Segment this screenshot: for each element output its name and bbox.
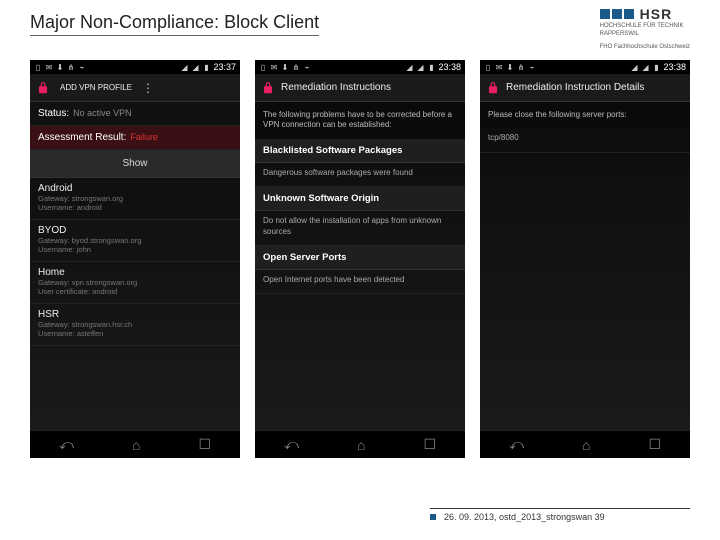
phone-row: ▯ ✉ ⬇ ⋔ ⌁ ◢ ◢ ▮ 23:37 ADD VPN PROFILE ⋮ … [30,60,690,458]
home-button[interactable]: ⌂ [357,437,365,453]
logo-fho: FHO Fachhochschule Ostschweiz [600,44,690,50]
mail-icon: ✉ [270,63,278,71]
logo-hsr-text: HSR [640,6,673,22]
usb-icon: ⋔ [292,63,300,71]
show-button[interactable]: Show [30,150,240,178]
wifi-icon: ◢ [180,63,188,71]
wifi-icon: ◢ [630,63,638,71]
home-button[interactable]: ⌂ [132,437,140,453]
assessment-value: Failure [130,132,158,142]
logo-subtitle-2: RAPPERSWIL [600,31,690,38]
profile-gateway: Gateway: strongswan.org [38,194,232,203]
app-header: Remediation Instructions [255,74,465,102]
recents-button[interactable]: ☐ [423,436,436,453]
profile-name: Home [38,267,232,278]
android-status-bar: ▯ ✉ ⬇ ⋔ ⌁ ◢ ◢ ▮ 23:38 [255,60,465,74]
debug-icon: ⌁ [303,63,311,71]
slide-footer: 26. 09. 2013, ostd_2013_strongswan 39 [430,508,690,522]
vpn-profile-home[interactable]: Home Gateway: vpn.strongswan.org User ce… [30,262,240,304]
sim-icon: ▯ [34,63,42,71]
logo-subtitle-1: HOCHSCHULE FÜR TECHNIK [600,23,690,30]
screen-title: Remediation Instructions [281,82,459,93]
download-icon: ⬇ [281,63,289,71]
port-detail: tcp/8080 [480,128,690,152]
sim-icon: ▯ [484,63,492,71]
android-status-bar: ▯ ✉ ⬇ ⋔ ⌁ ◢ ◢ ▮ 23:38 [480,60,690,74]
phone-1: ▯ ✉ ⬇ ⋔ ⌁ ◢ ◢ ▮ 23:37 ADD VPN PROFILE ⋮ … [30,60,240,458]
profile-gateway: Gateway: strongswan.hsr.ch [38,320,232,329]
signal-icon: ◢ [191,63,199,71]
mail-icon: ✉ [45,63,53,71]
signal-icon: ◢ [641,63,649,71]
section-unknown-origin-body: Do not allow the installation of apps fr… [255,211,465,246]
profile-name: HSR [38,309,232,320]
footer-text: 26. 09. 2013, ostd_2013_strongswan 39 [444,512,605,522]
wifi-icon: ◢ [405,63,413,71]
status-row: Status: No active VPN [30,102,240,126]
android-nav-bar: ⤺ ⌂ ☐ [30,430,240,458]
usb-icon: ⋔ [517,63,525,71]
lock-icon [261,81,275,95]
download-icon: ⬇ [506,63,514,71]
app-header: Remediation Instruction Details [480,74,690,102]
profile-name: BYOD [38,225,232,236]
lock-icon [486,81,500,95]
vpn-profile-byod[interactable]: BYOD Gateway: byod.strongswan.org Userna… [30,220,240,262]
lock-icon [36,81,50,95]
profile-user: User certificate: android [38,287,232,296]
clock: 23:38 [438,62,461,72]
clock: 23:37 [213,62,236,72]
slide-title: Major Non-Compliance: Block Client [30,12,319,36]
assessment-row: Assessment Result: Failure [30,126,240,150]
clock: 23:38 [663,62,686,72]
profile-gateway: Gateway: vpn.strongswan.org [38,278,232,287]
instructions-intro: The following problems have to be correc… [255,102,465,139]
status-value: No active VPN [73,108,132,118]
assessment-label: Assessment Result: [38,132,126,143]
phone-2: ▯ ✉ ⬇ ⋔ ⌁ ◢ ◢ ▮ 23:38 Remediation Instru… [255,60,465,458]
vpn-profile-hsr[interactable]: HSR Gateway: strongswan.hsr.ch Username:… [30,304,240,346]
recents-button[interactable]: ☐ [648,436,661,453]
home-button[interactable]: ⌂ [582,437,590,453]
profile-name: Android [38,183,232,194]
debug-icon: ⌁ [528,63,536,71]
logo-area: HSR HOCHSCHULE FÜR TECHNIK RAPPERSWIL FH… [600,6,690,50]
mail-icon: ✉ [495,63,503,71]
sim-icon: ▯ [259,63,267,71]
signal-icon: ◢ [416,63,424,71]
screen-title: Remediation Instruction Details [506,82,684,93]
status-label: Status: [38,108,69,119]
android-nav-bar: ⤺ ⌂ ☐ [255,430,465,458]
battery-icon: ▮ [202,63,210,71]
details-intro: Please close the following server ports: [480,102,690,128]
section-open-ports-body: Open Internet ports have been detected [255,270,465,294]
section-open-ports[interactable]: Open Server Ports [255,246,465,270]
back-button[interactable]: ⤺ [509,436,524,453]
footer-bullet-icon [430,514,436,520]
add-vpn-profile-button[interactable]: ADD VPN PROFILE [56,81,136,94]
android-status-bar: ▯ ✉ ⬇ ⋔ ⌁ ◢ ◢ ▮ 23:37 [30,60,240,74]
recents-button[interactable]: ☐ [198,436,211,453]
app-header: ADD VPN PROFILE ⋮ [30,74,240,102]
download-icon: ⬇ [56,63,64,71]
battery-icon: ▮ [427,63,435,71]
logo-squares [600,9,634,19]
vpn-profile-android[interactable]: Android Gateway: strongswan.org Username… [30,178,240,220]
profile-gateway: Gateway: byod.strongswan.org [38,236,232,245]
profile-user: Username: asteffen [38,329,232,338]
section-blacklisted[interactable]: Blacklisted Software Packages [255,139,465,163]
phone-3: ▯ ✉ ⬇ ⋔ ⌁ ◢ ◢ ▮ 23:38 Remediation Instru… [480,60,690,458]
back-button[interactable]: ⤺ [284,436,299,453]
usb-icon: ⋔ [67,63,75,71]
profile-user: Username: android [38,203,232,212]
android-nav-bar: ⤺ ⌂ ☐ [480,430,690,458]
debug-icon: ⌁ [78,63,86,71]
back-button[interactable]: ⤺ [59,436,74,453]
section-unknown-origin[interactable]: Unknown Software Origin [255,187,465,211]
profile-user: Username: john [38,245,232,254]
battery-icon: ▮ [652,63,660,71]
overflow-menu-icon[interactable]: ⋮ [142,81,154,95]
section-blacklisted-body: Dangerous software packages were found [255,163,465,187]
